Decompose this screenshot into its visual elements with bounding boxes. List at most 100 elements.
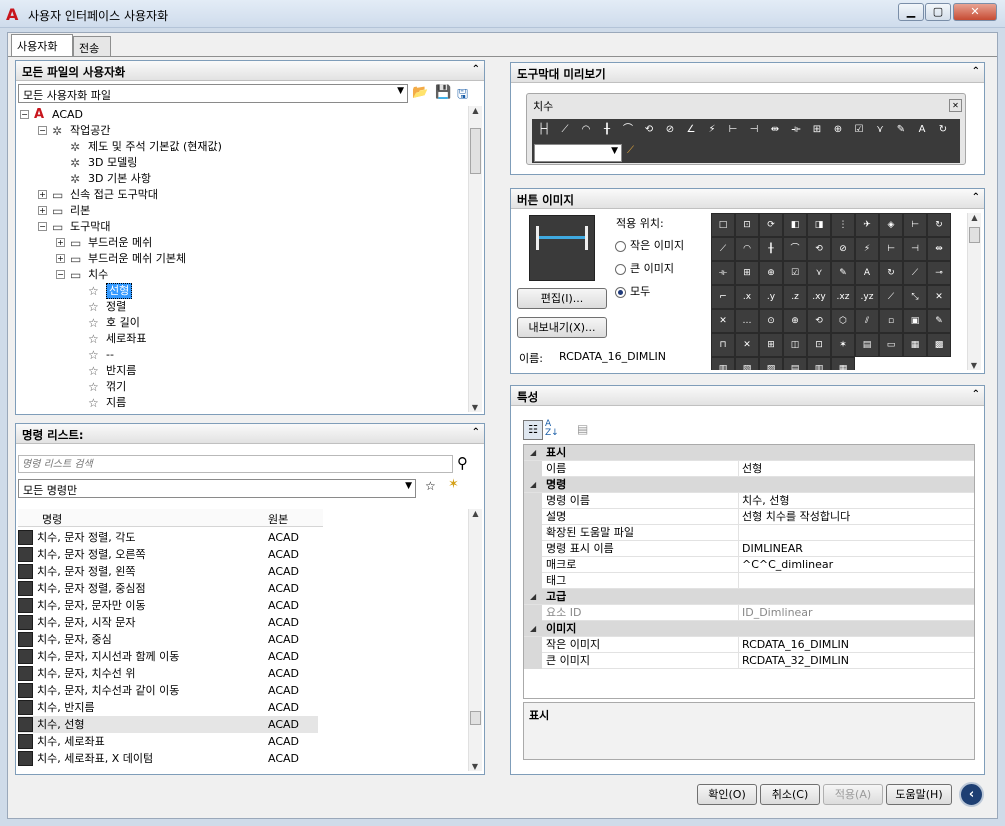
property-category[interactable]: ◢ 고급 (524, 589, 974, 605)
gallery-image-icon[interactable]: .xy (807, 285, 831, 309)
find-command-icon[interactable]: ☆ (425, 479, 436, 493)
quick-dim-icon[interactable]: ⚡ (702, 120, 722, 140)
gallery-image-icon[interactable]: ⟋ (903, 261, 927, 285)
gallery-image-icon[interactable]: .xz (831, 285, 855, 309)
gallery-image-icon[interactable]: .x (735, 285, 759, 309)
gallery-image-icon[interactable]: .z (783, 285, 807, 309)
gallery-image-icon[interactable]: ↻ (879, 261, 903, 285)
gallery-image-icon[interactable]: ◨ (807, 213, 831, 237)
scroll-up-arrow[interactable]: ▲ (469, 509, 482, 518)
property-value[interactable]: 치수, 선형 (742, 493, 789, 509)
command-row[interactable]: 치수, 문자 정렬, 각도 ACAD (18, 529, 318, 546)
apply-option-radio[interactable]: 작은 이미지 (615, 237, 684, 253)
scroll-up-arrow[interactable]: ▲ (968, 213, 981, 222)
gallery-image-icon[interactable]: ◈ (879, 213, 903, 237)
gallery-image-icon[interactable]: ▧ (735, 357, 759, 370)
close-button[interactable]: ✕ (953, 3, 997, 21)
command-search-input[interactable] (18, 455, 453, 473)
edit-image-button[interactable]: 편집(I)... (517, 288, 607, 309)
gallery-image-icon[interactable]: ◧ (783, 213, 807, 237)
gallery-image-icon[interactable]: ⊞ (759, 333, 783, 357)
property-value[interactable]: DIMLINEAR (742, 541, 803, 557)
gallery-scrollbar[interactable]: ▲ ▼ (967, 213, 981, 370)
gallery-image-icon[interactable]: ⫽ (855, 309, 879, 333)
minimize-button[interactable]: ▁ (898, 3, 924, 21)
apply-button[interactable]: 적용(A) (823, 784, 883, 805)
gallery-image-icon[interactable]: ⊞ (735, 261, 759, 285)
dimtedit-icon[interactable]: A (912, 120, 932, 140)
baseline-dim-icon[interactable]: ⊢ (723, 120, 743, 140)
tree-scrollbar[interactable]: ▲ ▼ (468, 106, 482, 412)
column-header-source[interactable]: 원본 (268, 511, 288, 527)
dim-update-icon[interactable]: ↻ (933, 120, 953, 140)
gallery-image-icon[interactable]: ▩ (927, 333, 951, 357)
gallery-image-icon[interactable]: ✈ (855, 213, 879, 237)
collapse-dialog-icon[interactable]: ‹ (959, 782, 984, 807)
gallery-image-icon[interactable]: ⬡ (831, 309, 855, 333)
help-button[interactable]: 도움말(H) (886, 784, 952, 805)
angular-dim-icon[interactable]: ∠ (681, 120, 701, 140)
collapse-icon[interactable]: ⌃ (972, 66, 980, 77)
gallery-image-icon[interactable]: ⊸ (927, 261, 951, 285)
gallery-image-icon[interactable]: ⊕ (759, 261, 783, 285)
gallery-image-icon[interactable]: ⟲ (807, 309, 831, 333)
dimedit-icon[interactable]: ✎ (891, 120, 911, 140)
collapse-tree-icon[interactable]: − (38, 222, 47, 231)
property-value[interactable]: ^C^C_dimlinear (742, 557, 833, 573)
gallery-image-icon[interactable]: ✕ (711, 309, 735, 333)
apply-option-radio[interactable]: 모두 (615, 283, 650, 299)
command-row[interactable]: 치수, 반지름 ACAD (18, 699, 318, 716)
property-value[interactable]: RCDATA_32_DIMLIN (742, 653, 849, 669)
gallery-image-icon[interactable]: ▦ (903, 333, 927, 357)
gallery-image-icon[interactable]: ⊢ (903, 213, 927, 237)
jogged-dim-icon[interactable]: ⟲ (639, 120, 659, 140)
inspect-icon[interactable]: ☑ (849, 120, 869, 140)
gallery-image-icon[interactable]: ╂ (759, 237, 783, 261)
property-row[interactable]: 작은 이미지 RCDATA_16_DIMLIN (524, 637, 974, 653)
open-file-icon[interactable]: 📂 (412, 85, 430, 101)
ok-button[interactable]: 확인(O) (697, 784, 757, 805)
property-row[interactable]: 큰 이미지 RCDATA_32_DIMLIN (524, 653, 974, 669)
diameter-dim-icon[interactable]: ⊘ (660, 120, 680, 140)
gallery-image-icon[interactable]: ▣ (903, 309, 927, 333)
arc-length-icon[interactable]: ◠ (576, 120, 596, 140)
command-row[interactable]: 치수, 선형 ACAD (18, 716, 318, 733)
command-row[interactable]: 치수, 문자, 지시선과 함께 이동 ACAD (18, 648, 318, 665)
collapse-icon[interactable]: ⌃ (972, 192, 980, 203)
command-row[interactable]: 치수, 문자, 치수선 위 ACAD (18, 665, 318, 682)
gallery-image-icon[interactable]: ▥ (807, 357, 831, 370)
tab-customize[interactable]: 사용자화 (11, 34, 73, 57)
gallery-image-icon[interactable]: ⋎ (807, 261, 831, 285)
gallery-image-icon[interactable]: ▤ (855, 333, 879, 357)
gallery-image-icon[interactable]: ⟋ (879, 285, 903, 309)
command-row[interactable]: 치수, 문자, 시작 문자 ACAD (18, 614, 318, 631)
property-row[interactable]: 설명 선형 치수를 작성합니다 (524, 509, 974, 525)
cancel-button[interactable]: 취소(C) (760, 784, 820, 805)
property-row[interactable]: 확장된 도움말 파일 (524, 525, 974, 541)
new-command-icon[interactable]: ✶ (448, 477, 459, 492)
gallery-image-icon[interactable]: ⟋ (711, 237, 735, 261)
gallery-image-icon[interactable]: ⊙ (759, 309, 783, 333)
center-mark-icon[interactable]: ⊕ (828, 120, 848, 140)
dim-style-combo[interactable]: ▼ (534, 144, 622, 162)
command-row[interactable]: 치수, 세로좌표 ACAD (18, 733, 318, 750)
property-row[interactable]: 명령 이름 치수, 선형 (524, 493, 974, 509)
save-as-icon[interactable]: 🖫 (457, 85, 475, 102)
gallery-image-icon[interactable]: .y (759, 285, 783, 309)
command-row[interactable]: 치수, 세로좌표, X 데이텀 ACAD (18, 750, 318, 767)
property-value[interactable]: 선형 치수를 작성합니다 (742, 509, 850, 525)
gallery-image-icon[interactable]: ▫ (879, 309, 903, 333)
gallery-image-icon[interactable]: ✕ (927, 285, 951, 309)
property-category[interactable]: ◢ 이미지 (524, 621, 974, 637)
command-row[interactable]: 치수, 문자 정렬, 오른쪽 ACAD (18, 546, 318, 563)
command-scroll-thumb[interactable] (470, 711, 481, 725)
maximize-button[interactable]: ▢ (925, 3, 951, 21)
gallery-image-icon[interactable]: ⊣ (903, 237, 927, 261)
gallery-image-icon[interactable]: ✕ (735, 333, 759, 357)
gallery-image-icon[interactable]: ▭ (879, 333, 903, 357)
gallery-image-icon[interactable]: ⟲ (807, 237, 831, 261)
gallery-image-icon[interactable]: ⇹ (927, 237, 951, 261)
collapse-category-icon[interactable]: ◢ (530, 621, 536, 637)
gallery-image-icon[interactable]: ⊓ (711, 333, 735, 357)
collapse-category-icon[interactable]: ◢ (530, 589, 536, 605)
